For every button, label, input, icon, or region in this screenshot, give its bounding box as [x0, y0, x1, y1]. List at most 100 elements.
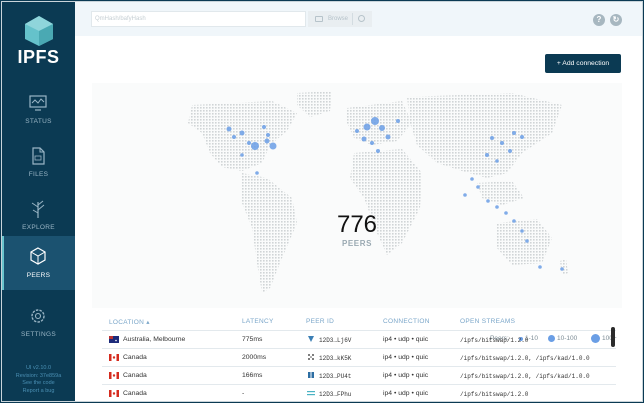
nav-status-label: STATUS: [25, 118, 52, 125]
cell-connection: ip4 • udp • quic: [383, 372, 429, 379]
header-open-streams[interactable]: OPEN STREAMS: [460, 318, 515, 325]
app-name: IPFS: [17, 47, 60, 67]
revision-link[interactable]: Revision: 37e859a: [2, 373, 75, 381]
peer-location-marker: [486, 199, 490, 203]
top-bar: QmHash/bafyHash Browse ? ↻: [75, 2, 642, 36]
header-connection[interactable]: CONNECTION: [383, 318, 430, 325]
table-row[interactable]: Canada - 12D3…FPhu ip4 • udp • quic /ipf…: [102, 384, 616, 401]
nav-files[interactable]: FILES: [2, 139, 75, 191]
nav-settings-label: SETTINGS: [21, 331, 56, 338]
canada-flag-icon: [109, 390, 119, 397]
peer-location-marker: [262, 125, 266, 129]
peer-location-marker: [520, 135, 524, 139]
cell-latency: 775ms: [242, 336, 263, 343]
peer-location-marker: [512, 131, 516, 135]
peer-location-marker: [379, 125, 385, 131]
ipfs-logo[interactable]: IPFS: [2, 2, 75, 82]
peer-location-marker: [255, 171, 259, 175]
cell-connection: ip4 • udp • quic: [383, 390, 429, 397]
header-location[interactable]: LOCATION ▴: [109, 318, 150, 326]
table-header: LOCATION ▴ LATENCY PEER ID CONNECTION OP…: [102, 316, 616, 330]
peer-location-marker: [476, 185, 480, 189]
canada-flag-icon: [109, 372, 119, 379]
cell-peer-id[interactable]: 12D3…PU4t: [319, 373, 351, 380]
cell-latency: -: [242, 390, 245, 397]
table-row[interactable]: Canada 2000ms 12D3…kK5K ip4 • udp • quic…: [102, 348, 616, 366]
help-icon[interactable]: ?: [593, 14, 605, 26]
peer-location-marker: [385, 134, 391, 140]
nav-status[interactable]: STATUS: [2, 86, 75, 138]
peers-cube-icon: [30, 247, 46, 265]
peer-location-marker: [247, 141, 251, 145]
nav-explore-label: EXPLORE: [22, 224, 55, 231]
peer-location-marker: [500, 141, 504, 145]
peer-location-marker: [371, 117, 379, 125]
peer-location-marker: [470, 177, 474, 181]
peer-location-marker: [232, 135, 236, 139]
cell-latency: 166ms: [242, 372, 263, 379]
cell-location: Australia, Melbourne: [123, 336, 186, 343]
nav-settings[interactable]: SETTINGS: [2, 299, 75, 351]
add-connection-button[interactable]: + Add connection: [545, 54, 621, 73]
peer-location-marker: [269, 142, 277, 150]
table-row[interactable]: Canada 166ms 12D3…PU4t ip4 • udp • quic …: [102, 366, 616, 384]
explore-tree-icon: [31, 200, 45, 218]
peer-location-marker: [239, 130, 245, 136]
ipfs-cube-icon: [25, 16, 53, 46]
see-code-link[interactable]: See the code: [2, 380, 75, 388]
peer-dots-layer: [226, 117, 564, 271]
nav-files-label: FILES: [28, 171, 49, 178]
peer-location-marker: [560, 267, 564, 271]
peer-location-marker: [508, 149, 512, 153]
peer-location-marker: [485, 153, 489, 157]
peer-identicon: [308, 354, 314, 360]
header-latency[interactable]: LATENCY: [242, 318, 274, 325]
sidebar-footer: UI v2.10.0 Revision: 37e859a See the cod…: [2, 365, 75, 395]
header-peer-id[interactable]: PEER ID: [306, 318, 334, 325]
cell-latency: 2000ms: [242, 354, 267, 361]
peer-identicon: [307, 391, 315, 396]
peer-count-label: PEERS: [341, 239, 373, 248]
canada-flag-icon: [109, 354, 119, 361]
report-bug-link[interactable]: Report a bug: [2, 388, 75, 396]
peer-location-marker: [240, 153, 244, 157]
peer-location-marker: [361, 136, 367, 142]
table-scrollbar[interactable]: [611, 327, 615, 347]
sidebar: IPFS STATUS FILES EXPLORE PEERS SETTINGS…: [2, 2, 75, 401]
peer-location-marker: [370, 141, 374, 145]
peer-location-marker: [363, 123, 371, 131]
peer-location-marker: [495, 159, 499, 163]
peer-location-marker: [251, 142, 259, 150]
cell-location: Canada: [123, 390, 147, 397]
cell-peer-id[interactable]: 12D3…Lj6V: [319, 337, 351, 344]
app-window: IPFS STATUS FILES EXPLORE PEERS SETTINGS…: [1, 1, 643, 402]
cell-streams: /ipfs/bitswap/1.2.0, /ipfs/kad/1.0.0: [460, 373, 590, 380]
cell-location: Canada: [123, 354, 147, 361]
nav-peers-label: PEERS: [26, 272, 51, 279]
cell-connection: ip4 • udp • quic: [383, 354, 429, 361]
peer-location-marker: [512, 219, 516, 223]
peer-identicon: [308, 336, 314, 342]
peers-page: + Add connection 776 PEERS Peers: 1-10 1…: [75, 36, 642, 401]
search-input[interactable]: QmHash/bafyHash: [91, 11, 306, 27]
cell-peer-id[interactable]: 12D3…FPhu: [319, 391, 351, 398]
divider: [352, 13, 353, 25]
browse-button[interactable]: Browse: [308, 11, 372, 27]
peer-location-marker: [355, 129, 359, 133]
cell-streams: /ipfs/bitswap/1.2.0, /ipfs/kad/1.0.0: [460, 355, 590, 362]
status-monitor-icon: [29, 95, 47, 111]
peer-location-marker: [266, 133, 270, 137]
cell-peer-id[interactable]: 12D3…kK5K: [319, 355, 351, 362]
refresh-icon[interactable]: ↻: [610, 14, 622, 26]
gear-icon[interactable]: [358, 15, 365, 22]
table-row[interactable]: Australia, Melbourne 775ms 12D3…Lj6V ip4…: [102, 330, 616, 348]
files-icon: [32, 147, 45, 165]
peer-location-marker: [538, 265, 542, 269]
peer-location-marker: [504, 211, 508, 215]
peer-count: 776: [336, 211, 378, 238]
peer-location-marker: [520, 229, 524, 233]
peer-identicon: [308, 372, 314, 378]
folder-icon: [315, 16, 323, 22]
nav-peers[interactable]: PEERS: [2, 236, 75, 290]
cell-location: Canada: [123, 372, 147, 379]
